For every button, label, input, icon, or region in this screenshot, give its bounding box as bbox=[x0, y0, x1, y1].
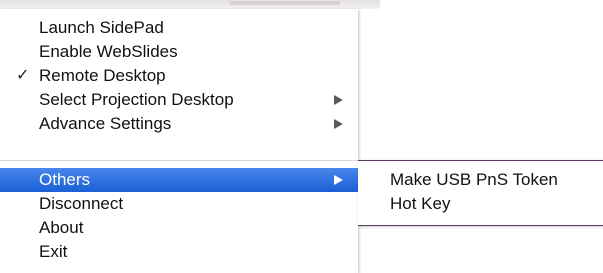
submenu-arrow-icon bbox=[334, 95, 343, 105]
submenu-item-make-usb-pns-token[interactable]: Make USB PnS Token bbox=[390, 168, 558, 192]
submenu-item-hot-key[interactable]: Hot Key bbox=[390, 192, 450, 216]
menu-item-select-projection-desktop[interactable]: Select Projection Desktop bbox=[0, 88, 358, 112]
desktop-area: Launch SidePad Enable WebSlides ✓ Remote… bbox=[0, 0, 603, 273]
menu-item-label: Others bbox=[39, 170, 91, 189]
menu-item-label: Exit bbox=[39, 242, 68, 261]
menu-item-advance-settings[interactable]: Advance Settings bbox=[0, 112, 358, 136]
menu-item-exit[interactable]: Exit bbox=[0, 240, 358, 264]
menu-separator bbox=[0, 160, 358, 161]
menu-item-launch-sidepad[interactable]: Launch SidePad bbox=[0, 16, 358, 40]
menu-item-enable-webslides[interactable]: Enable WebSlides bbox=[0, 40, 358, 64]
menu-item-label: Select Projection Desktop bbox=[39, 90, 234, 109]
submenu-arrow-icon bbox=[334, 119, 343, 129]
context-menu: Launch SidePad Enable WebSlides ✓ Remote… bbox=[0, 9, 358, 273]
menu-item-label: Disconnect bbox=[39, 194, 124, 213]
menu-item-others[interactable]: Others bbox=[0, 168, 358, 192]
others-submenu: Make USB PnS Token Hot Key bbox=[358, 160, 603, 226]
menu-bar-item-fragment bbox=[230, 1, 340, 5]
submenu-arrow-icon bbox=[334, 175, 343, 185]
checkmark-icon: ✓ bbox=[16, 67, 30, 84]
menu-item-remote-desktop[interactable]: ✓ Remote Desktop bbox=[0, 64, 358, 88]
menu-bar-edge bbox=[0, 0, 380, 9]
menu-item-label: Launch SidePad bbox=[39, 18, 164, 37]
menu-item-label: Enable WebSlides bbox=[39, 42, 178, 61]
menu-item-about[interactable]: About bbox=[0, 216, 358, 240]
menu-item-label: About bbox=[39, 218, 84, 237]
menu-item-label: Advance Settings bbox=[39, 114, 172, 133]
menu-item-label: Remote Desktop bbox=[39, 66, 166, 85]
menu-item-disconnect[interactable]: Disconnect bbox=[0, 192, 358, 216]
